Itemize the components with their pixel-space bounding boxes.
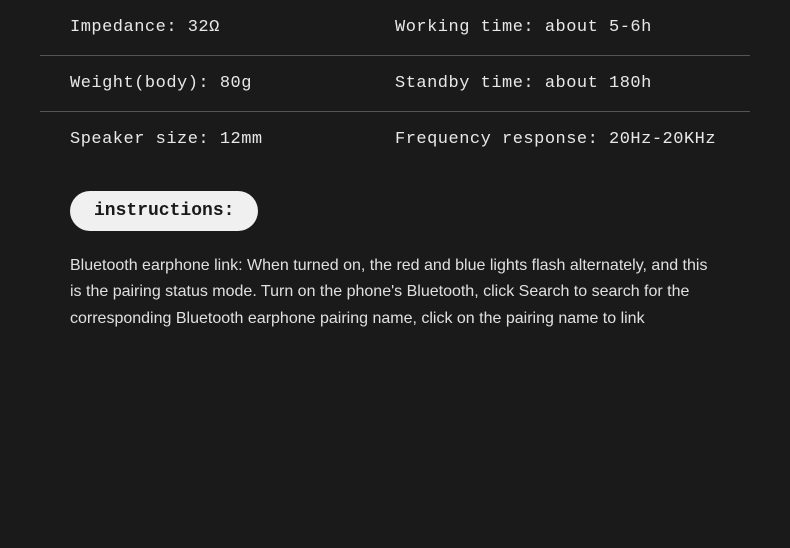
spec-frequency-right: Frequency response: 20Hz-20KHz <box>395 130 720 149</box>
spec-working-time-right: Working time: about 5-6h <box>395 18 720 37</box>
spec-row-impedance: Impedance: 32Ω Working time: about 5-6h <box>40 0 750 56</box>
spec-impedance-left: Impedance: 32Ω <box>70 18 395 37</box>
spec-weight-left: Weight(body): 80g <box>70 74 395 93</box>
spec-row-speaker: Speaker size: 12mm Frequency response: 2… <box>40 112 750 167</box>
instructions-badge: instructions: <box>70 191 258 231</box>
spec-standby-right: Standby time: about 180h <box>395 74 720 93</box>
spec-row-weight: Weight(body): 80g Standby time: about 18… <box>40 56 750 112</box>
instructions-section: instructions: Bluetooth earphone link: W… <box>40 167 750 352</box>
spec-speaker-left: Speaker size: 12mm <box>70 130 395 149</box>
main-container: Impedance: 32Ω Working time: about 5-6h … <box>0 0 790 352</box>
instructions-text: Bluetooth earphone link: When turned on,… <box>70 253 720 332</box>
